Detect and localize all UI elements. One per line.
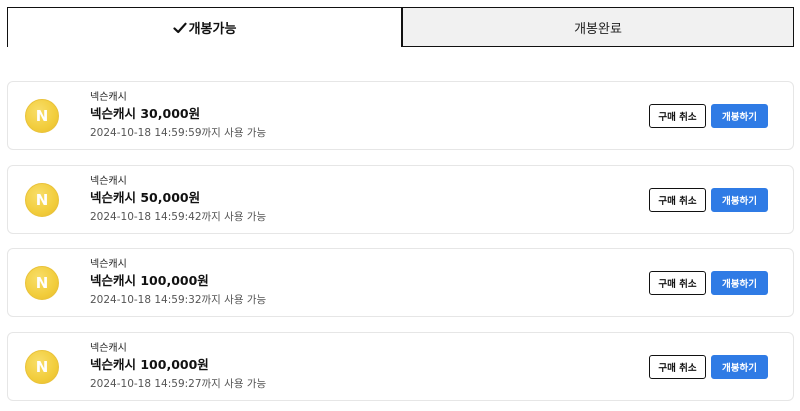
cancel-purchase-button[interactable]: 구매 취소 xyxy=(649,187,706,212)
item-info: 넥슨캐시 넥슨캐시 50,000원 2024-10-18 14:59:42까지 … xyxy=(90,175,266,224)
open-button[interactable]: 개봉하기 xyxy=(711,104,768,128)
item-brand: 넥슨캐시 xyxy=(90,92,127,103)
list-item: N 넥슨캐시 넥슨캐시 100,000원 2024-10-18 14:59:32… xyxy=(7,248,794,317)
nexon-coin-icon: N xyxy=(25,266,59,300)
cancel-purchase-button[interactable]: 구매 취소 xyxy=(649,271,706,295)
item-expiry: 2024-10-18 14:59:32까지 사용 가능 xyxy=(90,294,267,306)
list-item: N 넥슨캐시 넥슨캐시 50,000원 2024-10-18 14:59:42까… xyxy=(7,164,794,234)
item-brand: 넥슨캐시 xyxy=(90,259,127,270)
open-button[interactable]: 개봉하기 xyxy=(711,354,768,379)
nexon-coin-icon: N xyxy=(25,99,59,133)
item-info: 넥슨캐시 넥슨캐시 30,000원 2024-10-18 14:59:59까지 … xyxy=(90,91,266,140)
coupon-list: N 넥슨캐시 넥슨캐시 30,000원 2024-10-18 14:59:59까… xyxy=(7,81,794,411)
cancel-purchase-button[interactable]: 구매 취소 xyxy=(649,104,706,128)
tab-opened[interactable]: 개봉완료 xyxy=(402,7,794,47)
list-item: N 넥슨캐시 넥슨캐시 100,000원 2024-10-18 14:59:27… xyxy=(7,331,794,401)
nexon-coin-icon: N xyxy=(25,349,59,384)
item-expiry: 2024-10-18 14:59:42까지 사용 가능 xyxy=(90,210,267,223)
item-expiry: 2024-10-18 14:59:27까지 사용 가능 xyxy=(90,377,267,390)
checkmark-icon xyxy=(172,22,187,33)
open-button[interactable]: 개봉하기 xyxy=(711,271,768,295)
item-title: 넥슨캐시 50,000원 xyxy=(90,189,201,205)
item-brand: 넥슨캐시 xyxy=(90,175,127,187)
tab-opened-label: 개봉완료 xyxy=(574,21,622,37)
tab-openable-label: 개봉가능 xyxy=(188,22,237,37)
nexon-coin-icon: N xyxy=(25,182,59,217)
cancel-purchase-button[interactable]: 구매 취소 xyxy=(649,354,706,379)
open-button[interactable]: 개봉하기 xyxy=(711,187,768,212)
item-info: 넥슨캐시 넥슨캐시 100,000원 2024-10-18 14:59:27까지… xyxy=(90,342,266,391)
tab-openable[interactable]: 개봉가능 xyxy=(7,7,402,47)
item-brand: 넥슨캐시 xyxy=(90,342,127,354)
item-title: 넥슨캐시 30,000원 xyxy=(90,106,201,121)
item-info: 넥슨캐시 넥슨캐시 100,000원 2024-10-18 14:59:32까지… xyxy=(90,258,266,307)
list-item: N 넥슨캐시 넥슨캐시 30,000원 2024-10-18 14:59:59까… xyxy=(7,81,794,150)
item-expiry: 2024-10-18 14:59:59까지 사용 가능 xyxy=(90,127,267,139)
item-title: 넥슨캐시 100,000원 xyxy=(90,273,209,288)
tab-bar: 개봉가능 개봉완료 xyxy=(7,7,794,47)
item-title: 넥슨캐시 100,000원 xyxy=(90,356,209,372)
